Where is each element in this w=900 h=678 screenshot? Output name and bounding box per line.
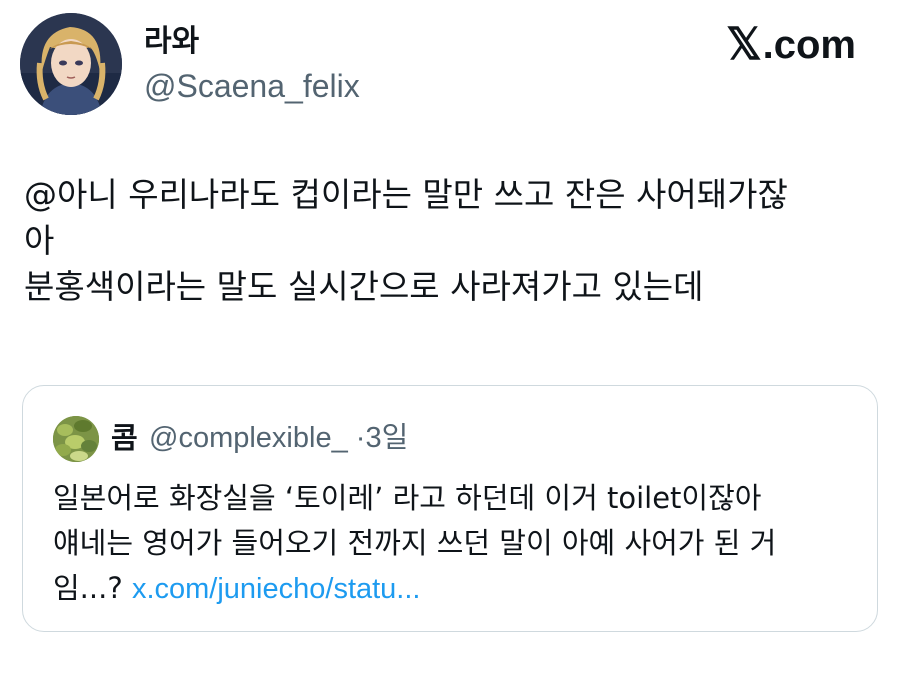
- x-brand-icon: 𝕏: [726, 20, 762, 69]
- quoted-display-name[interactable]: 콤: [111, 416, 138, 460]
- quoted-author-avatar[interactable]: [53, 416, 99, 462]
- quoted-text: 일본어로 화장실을 ‘토이레’ 라고 하던데 이거 toilet이잖아 얘네는 …: [53, 476, 863, 612]
- quoted-status-link[interactable]: x.com/juniecho/statu...: [132, 573, 421, 605]
- tweet-line: 분홍색이라는 말도 실시간으로 사라져가고 있는데: [24, 267, 704, 306]
- quoted-tweet-card[interactable]: 콤 @complexible_ ·3일 일본어로 화장실을 ‘토이레’ 라고 하…: [22, 385, 878, 632]
- author-avatar[interactable]: [20, 13, 122, 115]
- quoted-line-text: 임...?: [53, 571, 132, 605]
- meta-separator: ·: [355, 422, 366, 454]
- quoted-line: 일본어로 화장실을 ‘토이레’ 라고 하던데 이거 toilet이잖아: [53, 481, 762, 515]
- tweet-line: 아: [24, 221, 55, 260]
- quoted-line-last: 임...? x.com/juniecho/statu...: [53, 566, 863, 612]
- author-handle[interactable]: @Scaena_felix: [144, 66, 360, 106]
- tweet-line: @아니 우리나라도 컵이라는 말만 쓰고 잔은 사어돼가잖: [24, 175, 788, 214]
- quoted-timestamp[interactable]: 3일: [365, 422, 408, 454]
- quoted-line: 얘네는 영어가 들어오기 전까지 쓰던 말이 아예 사어가 된 거: [53, 526, 777, 560]
- quoted-handle[interactable]: @complexible_: [149, 422, 348, 454]
- green-food-avatar-icon: [53, 416, 99, 462]
- tweet-text: @아니 우리나라도 컵이라는 말만 쓰고 잔은 사어돼가잖 아 분홍색이라는 말…: [24, 172, 874, 310]
- author-display-name[interactable]: 라와: [144, 22, 199, 62]
- anime-character-avatar-icon: [20, 13, 122, 115]
- brand-text: .com: [762, 23, 856, 67]
- quoted-meta: @complexible_ ·3일: [149, 416, 408, 460]
- x-logo: 𝕏 .com: [726, 22, 856, 68]
